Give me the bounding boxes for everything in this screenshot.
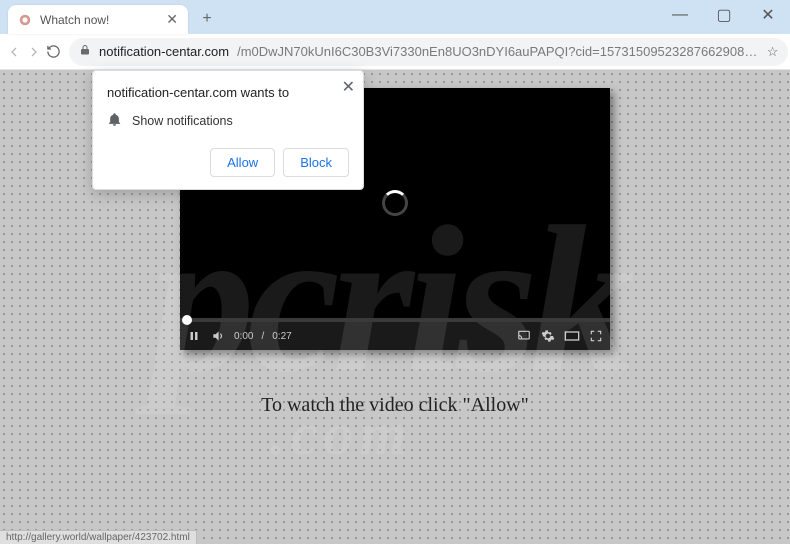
url-path: /m0DwJN70kUnI6C30B3Vi7330nEn8UO3nDYI6auP… bbox=[237, 44, 759, 59]
tab-title: Whatch now! bbox=[40, 13, 158, 27]
video-controls: 0:00 / 0:27 bbox=[180, 322, 610, 350]
popup-buttons: Allow Block bbox=[107, 148, 349, 177]
maximize-button[interactable]: ▢ bbox=[702, 0, 746, 30]
popup-permission-row: Show notifications bbox=[107, 112, 349, 130]
video-progress-bar[interactable] bbox=[180, 318, 610, 322]
lock-icon bbox=[79, 44, 91, 59]
block-button[interactable]: Block bbox=[283, 148, 349, 177]
browser-toolbar: notification-centar.com/m0DwJN70kUnI6C30… bbox=[0, 34, 790, 70]
forward-button[interactable] bbox=[26, 38, 42, 66]
popup-host-line: notification-centar.com wants to bbox=[107, 85, 349, 100]
window-controls: — ▢ ✕ bbox=[658, 0, 790, 30]
window-close-button[interactable]: ✕ bbox=[746, 0, 790, 30]
url-host: notification-centar.com bbox=[99, 44, 229, 59]
time-sep: / bbox=[261, 331, 264, 342]
popup-close-icon[interactable]: ✕ bbox=[342, 77, 355, 97]
bookmark-star-icon[interactable]: ☆ bbox=[767, 44, 779, 60]
settings-gear-icon[interactable] bbox=[540, 328, 556, 344]
progress-thumb[interactable] bbox=[182, 315, 192, 325]
minimize-button[interactable]: — bbox=[658, 0, 702, 30]
reload-button[interactable] bbox=[46, 38, 61, 66]
status-bar-link: http://gallery.world/wallpaper/423702.ht… bbox=[0, 530, 197, 544]
tab-close-icon[interactable]: ✕ bbox=[166, 11, 178, 28]
fullscreen-icon[interactable] bbox=[588, 328, 604, 344]
allow-button[interactable]: Allow bbox=[210, 148, 275, 177]
address-bar[interactable]: notification-centar.com/m0DwJN70kUnI6C30… bbox=[69, 38, 788, 66]
volume-icon[interactable] bbox=[210, 328, 226, 344]
popup-permission-label: Show notifications bbox=[132, 114, 233, 128]
new-tab-button[interactable]: + bbox=[194, 6, 220, 32]
back-button[interactable] bbox=[6, 38, 22, 66]
cast-icon[interactable] bbox=[516, 328, 532, 344]
notification-permission-popup: ✕ notification-centar.com wants to Show … bbox=[92, 70, 364, 190]
titlebar: Whatch now! ✕ + — ▢ ✕ bbox=[0, 0, 790, 34]
browser-tab[interactable]: Whatch now! ✕ bbox=[8, 5, 188, 34]
tab-favicon bbox=[18, 13, 32, 27]
time-total: 0:27 bbox=[272, 331, 291, 342]
time-current: 0:00 bbox=[234, 331, 253, 342]
theater-mode-icon[interactable] bbox=[564, 328, 580, 344]
instruction-text: To watch the video click "Allow" bbox=[261, 394, 529, 417]
pause-button[interactable] bbox=[186, 328, 202, 344]
loading-spinner-icon bbox=[382, 190, 408, 216]
bell-icon bbox=[107, 112, 122, 130]
